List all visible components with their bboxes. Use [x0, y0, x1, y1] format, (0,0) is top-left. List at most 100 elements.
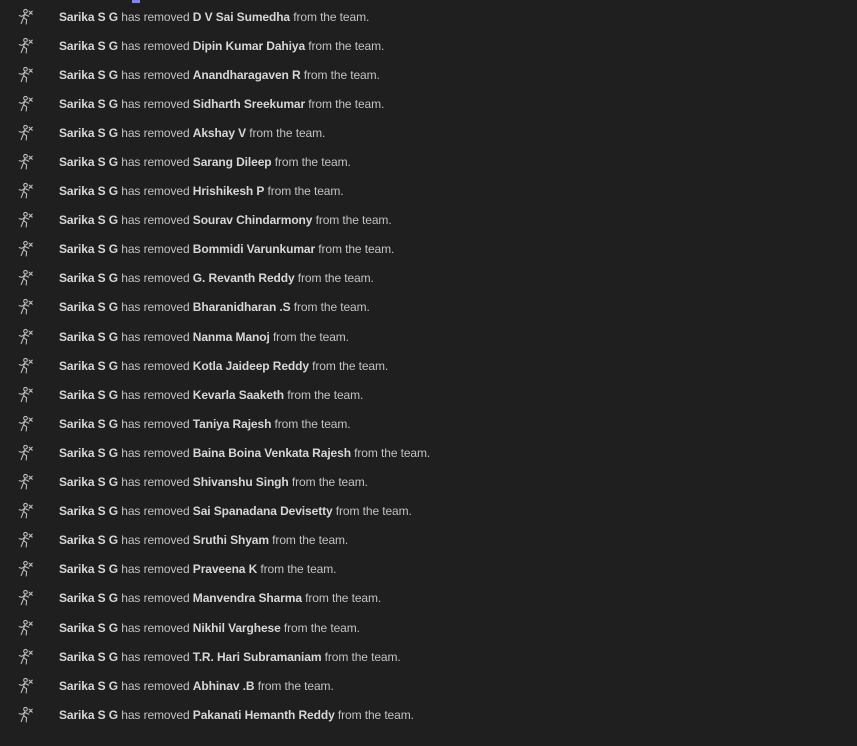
activity-item: Sarika S G has removed Shivanshu Singh f…: [0, 468, 857, 497]
actor-name[interactable]: Sarika S G: [59, 330, 118, 344]
activity-item: Sarika S G has removed Akshay V from the…: [0, 118, 857, 147]
removed-member-name[interactable]: Baina Boina Venkata Rajesh: [193, 446, 351, 460]
actor-name[interactable]: Sarika S G: [59, 300, 118, 314]
activity-item: Sarika S G has removed T.R. Hari Subrama…: [0, 642, 857, 671]
activity-item: Sarika S G has removed D V Sai Sumedha f…: [0, 2, 857, 31]
action-text: has removed: [118, 678, 193, 693]
actor-name[interactable]: Sarika S G: [59, 475, 118, 489]
actor-name[interactable]: Sarika S G: [59, 97, 118, 111]
removed-member-name[interactable]: Pakanati Hemanth Reddy: [193, 708, 335, 722]
action-text: has removed: [118, 125, 193, 140]
actor-name[interactable]: Sarika S G: [59, 271, 118, 285]
actor-name[interactable]: Sarika S G: [59, 446, 118, 460]
removed-member-name[interactable]: Sai Spanadana Devisetty: [193, 504, 333, 518]
actor-name[interactable]: Sarika S G: [59, 679, 118, 693]
actor-name[interactable]: Sarika S G: [59, 708, 118, 722]
removed-member-name[interactable]: Taniya Rajesh: [193, 417, 272, 431]
activity-item: Sarika S G has removed Baina Boina Venka…: [0, 438, 857, 467]
removed-member-name[interactable]: Bharanidharan .S: [193, 300, 291, 314]
actor-name[interactable]: Sarika S G: [59, 388, 118, 402]
activity-message: Sarika S G has removed Pakanati Hemanth …: [59, 708, 414, 722]
suffix-text: from the team.: [334, 707, 414, 722]
actor-name[interactable]: Sarika S G: [59, 650, 118, 664]
removed-member-name[interactable]: Sidharth Sreekumar: [193, 97, 305, 111]
removed-member-name[interactable]: Dipin Kumar Dahiya: [193, 39, 305, 53]
suffix-text: from the team.: [301, 591, 382, 606]
activity-message: Sarika S G has removed Nikhil Varghese f…: [59, 621, 360, 635]
removed-member-name[interactable]: D V Sai Sumedha: [193, 10, 290, 24]
action-text: has removed: [118, 591, 193, 606]
removed-member-name[interactable]: Kotla Jaideep Reddy: [193, 359, 309, 373]
suffix-text: from the team.: [312, 213, 392, 228]
actor-name[interactable]: Sarika S G: [59, 184, 118, 198]
action-text: has removed: [118, 504, 193, 519]
activity-item: Sarika S G has removed Dipin Kumar Dahiy…: [0, 31, 857, 60]
activity-item: Sarika S G has removed Kevarla Saaketh f…: [0, 380, 857, 409]
actor-name[interactable]: Sarika S G: [59, 126, 118, 140]
removed-member-name[interactable]: Nikhil Varghese: [193, 621, 281, 635]
removed-member-name[interactable]: G. Revanth Reddy: [193, 271, 295, 285]
removed-member-name[interactable]: Sarang Dileep: [193, 155, 272, 169]
activity-feed: Sarika S G has removed D V Sai Sumedha f…: [0, 2, 857, 729]
suffix-text: from the team.: [350, 445, 431, 460]
activity-item: Sarika S G has removed Manvendra Sharma …: [0, 584, 857, 613]
suffix-text: from the team.: [300, 67, 380, 82]
removed-member-name[interactable]: Bommidi Varunkumar: [193, 242, 315, 256]
activity-message: Sarika S G has removed Akshay V from the…: [59, 126, 325, 140]
removed-member-name[interactable]: Shivanshu Singh: [193, 475, 289, 489]
person-remove-icon: [16, 153, 34, 171]
activity-message: Sarika S G has removed Sourav Chindarmon…: [59, 213, 392, 227]
actor-name[interactable]: Sarika S G: [59, 621, 118, 635]
action-text: has removed: [118, 416, 193, 431]
activity-item: Sarika S G has removed Praveena K from t…: [0, 555, 857, 584]
action-text: has removed: [118, 475, 193, 490]
removed-member-name[interactable]: T.R. Hari Subramaniam: [193, 650, 322, 664]
removed-member-name[interactable]: Sourav Chindarmony: [193, 213, 313, 227]
actor-name[interactable]: Sarika S G: [59, 562, 118, 576]
person-remove-icon: [16, 386, 34, 404]
person-remove-icon: [16, 298, 34, 316]
actor-name[interactable]: Sarika S G: [59, 68, 118, 82]
activity-message: Sarika S G has removed Hrishikesh P from…: [59, 184, 344, 198]
activity-message: Sarika S G has removed Bommidi Varunkuma…: [59, 242, 394, 256]
suffix-text: from the team.: [332, 504, 412, 519]
removed-member-name[interactable]: Anandharagaven R: [193, 68, 301, 82]
activity-item: Sarika S G has removed Anandharagaven R …: [0, 60, 857, 89]
person-remove-icon: [16, 531, 34, 549]
suffix-text: from the team.: [315, 242, 395, 257]
activity-message: Sarika S G has removed T.R. Hari Subrama…: [59, 650, 401, 664]
actor-name[interactable]: Sarika S G: [59, 417, 118, 431]
removed-member-name[interactable]: Abhinav .B: [193, 679, 255, 693]
action-text: has removed: [118, 649, 193, 664]
person-remove-icon: [16, 677, 34, 695]
actor-name[interactable]: Sarika S G: [59, 213, 118, 227]
actor-name[interactable]: Sarika S G: [59, 591, 118, 605]
removed-member-name[interactable]: Kevarla Saaketh: [193, 388, 284, 402]
suffix-text: from the team.: [284, 387, 364, 402]
actor-name[interactable]: Sarika S G: [59, 359, 118, 373]
removed-member-name[interactable]: Akshay V: [193, 126, 246, 140]
person-remove-icon: [16, 95, 34, 113]
actor-name[interactable]: Sarika S G: [59, 39, 118, 53]
action-text: has removed: [118, 213, 193, 228]
activity-item: Sarika S G has removed G. Revanth Reddy …: [0, 264, 857, 293]
activity-item: Sarika S G has removed Sourav Chindarmon…: [0, 206, 857, 235]
action-text: has removed: [118, 38, 193, 53]
actor-name[interactable]: Sarika S G: [59, 155, 118, 169]
actor-name[interactable]: Sarika S G: [59, 533, 118, 547]
activity-message: Sarika S G has removed Kotla Jaideep Red…: [59, 359, 388, 373]
activity-message: Sarika S G has removed G. Revanth Reddy …: [59, 271, 374, 285]
removed-member-name[interactable]: Praveena K: [193, 562, 257, 576]
removed-member-name[interactable]: Nanma Manoj: [193, 330, 270, 344]
suffix-text: from the team.: [290, 9, 370, 24]
person-remove-icon: [16, 124, 34, 142]
suffix-text: from the team.: [257, 562, 337, 577]
action-text: has removed: [118, 387, 193, 402]
suffix-text: from the team.: [280, 620, 360, 635]
removed-member-name[interactable]: Sruthi Shyam: [193, 533, 269, 547]
removed-member-name[interactable]: Hrishikesh P: [193, 184, 265, 198]
actor-name[interactable]: Sarika S G: [59, 10, 118, 24]
actor-name[interactable]: Sarika S G: [59, 242, 118, 256]
actor-name[interactable]: Sarika S G: [59, 504, 118, 518]
removed-member-name[interactable]: Manvendra Sharma: [193, 591, 302, 605]
